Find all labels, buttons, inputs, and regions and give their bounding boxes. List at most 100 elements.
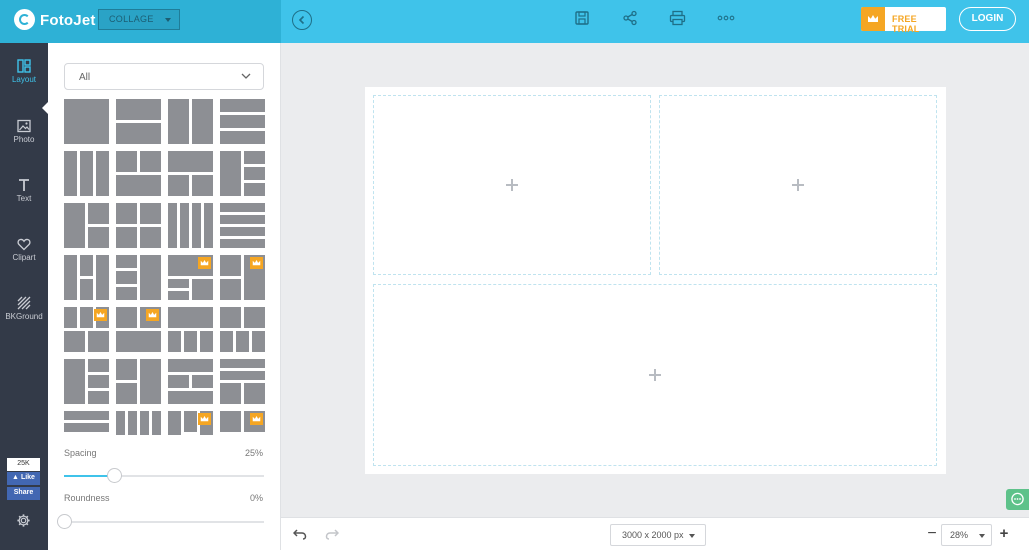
layout-template[interactable] xyxy=(64,255,109,300)
facebook-like-label: Like xyxy=(20,474,35,481)
gear-icon[interactable] xyxy=(16,513,31,528)
add-photo-icon[interactable] xyxy=(506,179,518,191)
roundness-slider[interactable] xyxy=(57,514,264,529)
spacing-label: Spacing xyxy=(64,448,97,458)
layout-template-cell xyxy=(64,307,78,329)
layout-template-cell xyxy=(79,307,94,329)
layout-template[interactable] xyxy=(220,99,265,144)
category-select-value: All xyxy=(79,72,91,83)
facebook-like-button[interactable]: ▲ Like xyxy=(7,472,40,485)
share-button[interactable] xyxy=(622,10,640,28)
layout-template[interactable] xyxy=(64,99,109,144)
bottom-toolbar: 3000 x 2000 px − 28% + xyxy=(281,517,1029,550)
roundness-slider-handle[interactable] xyxy=(57,514,72,529)
layout-template-cell xyxy=(116,255,138,269)
nav-item-text[interactable]: Text xyxy=(0,178,48,228)
photo-icon xyxy=(17,119,31,133)
layout-template-cell xyxy=(116,411,126,435)
mode-select-label: COLLAGE xyxy=(109,14,154,24)
print-button[interactable] xyxy=(669,10,687,28)
layout-template[interactable] xyxy=(64,307,109,352)
layout-template-cell xyxy=(116,203,138,225)
layout-template-cell xyxy=(139,255,161,300)
layout-template[interactable] xyxy=(64,151,109,196)
layout-template-cell xyxy=(168,278,190,289)
canvas-size-value: 3000 x 2000 px xyxy=(622,530,684,540)
layout-template[interactable] xyxy=(168,255,213,300)
layout-template[interactable] xyxy=(168,99,213,144)
layout-template-cell xyxy=(64,151,78,196)
layout-template-cell xyxy=(220,411,242,433)
nav-item-bkground[interactable]: BKGround xyxy=(0,296,48,346)
layout-template[interactable] xyxy=(116,307,161,352)
nav-item-clipart[interactable]: Clipart xyxy=(0,237,48,287)
layout-template-cell xyxy=(87,359,109,373)
layout-template-cell xyxy=(95,151,109,196)
spacing-slider[interactable] xyxy=(64,468,264,483)
layout-template[interactable] xyxy=(64,359,109,404)
zoom-select[interactable]: 28% xyxy=(941,524,992,546)
layout-template[interactable] xyxy=(220,203,265,248)
chat-button[interactable] xyxy=(1006,489,1029,510)
collage-cell[interactable] xyxy=(659,95,937,275)
layout-template[interactable] xyxy=(168,203,213,248)
category-select[interactable]: All xyxy=(64,63,264,90)
roundness-label: Roundness xyxy=(64,493,110,503)
brand-bar: FotoJet COLLAGE xyxy=(0,0,281,43)
layout-template[interactable] xyxy=(168,307,213,352)
collage-cell[interactable] xyxy=(373,284,937,466)
layout-template-cell xyxy=(243,182,265,196)
layout-template-cell xyxy=(116,99,161,121)
layout-template[interactable] xyxy=(220,411,265,435)
back-button[interactable] xyxy=(292,10,312,30)
undo-icon[interactable] xyxy=(293,528,307,540)
add-photo-icon[interactable] xyxy=(792,179,804,191)
thumbs-up-icon: ▲ xyxy=(12,474,19,481)
facebook-like-count: 25K xyxy=(7,458,40,471)
layout-template[interactable] xyxy=(116,151,161,196)
layout-icon xyxy=(17,59,31,73)
layout-template[interactable] xyxy=(220,255,265,300)
layout-template-cell xyxy=(87,390,109,404)
layout-template[interactable] xyxy=(168,359,213,404)
redo-icon[interactable] xyxy=(325,528,339,540)
layout-template[interactable] xyxy=(116,99,161,144)
more-button[interactable] xyxy=(717,10,735,28)
layout-template[interactable] xyxy=(116,255,161,300)
layout-template[interactable] xyxy=(116,359,161,404)
layout-template-cell xyxy=(87,226,109,248)
spacing-value: 25% xyxy=(244,448,263,458)
layout-template[interactable] xyxy=(116,411,161,435)
layout-template[interactable] xyxy=(64,411,109,435)
layout-template[interactable] xyxy=(220,359,265,404)
crown-icon xyxy=(868,15,878,22)
layout-template[interactable] xyxy=(220,307,265,352)
login-button[interactable]: LOGIN xyxy=(959,7,1016,31)
zoom-out-button[interactable]: − xyxy=(925,524,939,544)
canvas-size-select[interactable]: 3000 x 2000 px xyxy=(610,524,706,546)
layout-template-cell xyxy=(220,330,234,352)
nav-item-layout[interactable]: Layout xyxy=(0,59,48,109)
zoom-in-button[interactable]: + xyxy=(997,524,1011,544)
layout-template-cell xyxy=(116,382,138,404)
layout-template-cell xyxy=(243,166,265,181)
left-nav: Layout Photo Text Clipart BKGround 25K ▲… xyxy=(0,43,48,550)
free-trial-button[interactable]: FREE TRIAL xyxy=(861,7,946,34)
layout-template[interactable] xyxy=(168,151,213,196)
layout-template-cell xyxy=(199,330,213,352)
crown-icon xyxy=(94,309,107,321)
chat-icon xyxy=(1011,492,1024,506)
facebook-share-button[interactable]: Share xyxy=(7,487,40,500)
layout-template[interactable] xyxy=(64,203,109,248)
collage-cell[interactable] xyxy=(373,95,651,275)
add-photo-icon[interactable] xyxy=(649,369,661,381)
save-button[interactable] xyxy=(574,10,592,28)
spacing-slider-handle[interactable] xyxy=(107,468,122,483)
layout-template[interactable] xyxy=(220,151,265,196)
nav-item-photo[interactable]: Photo xyxy=(0,119,48,169)
mode-select[interactable]: COLLAGE xyxy=(98,9,180,30)
layout-template[interactable] xyxy=(168,411,213,435)
layout-template[interactable] xyxy=(116,203,161,248)
layout-panel: All Spacing 25% Roundness 0% xyxy=(48,43,281,550)
layout-template-cell xyxy=(87,203,109,225)
